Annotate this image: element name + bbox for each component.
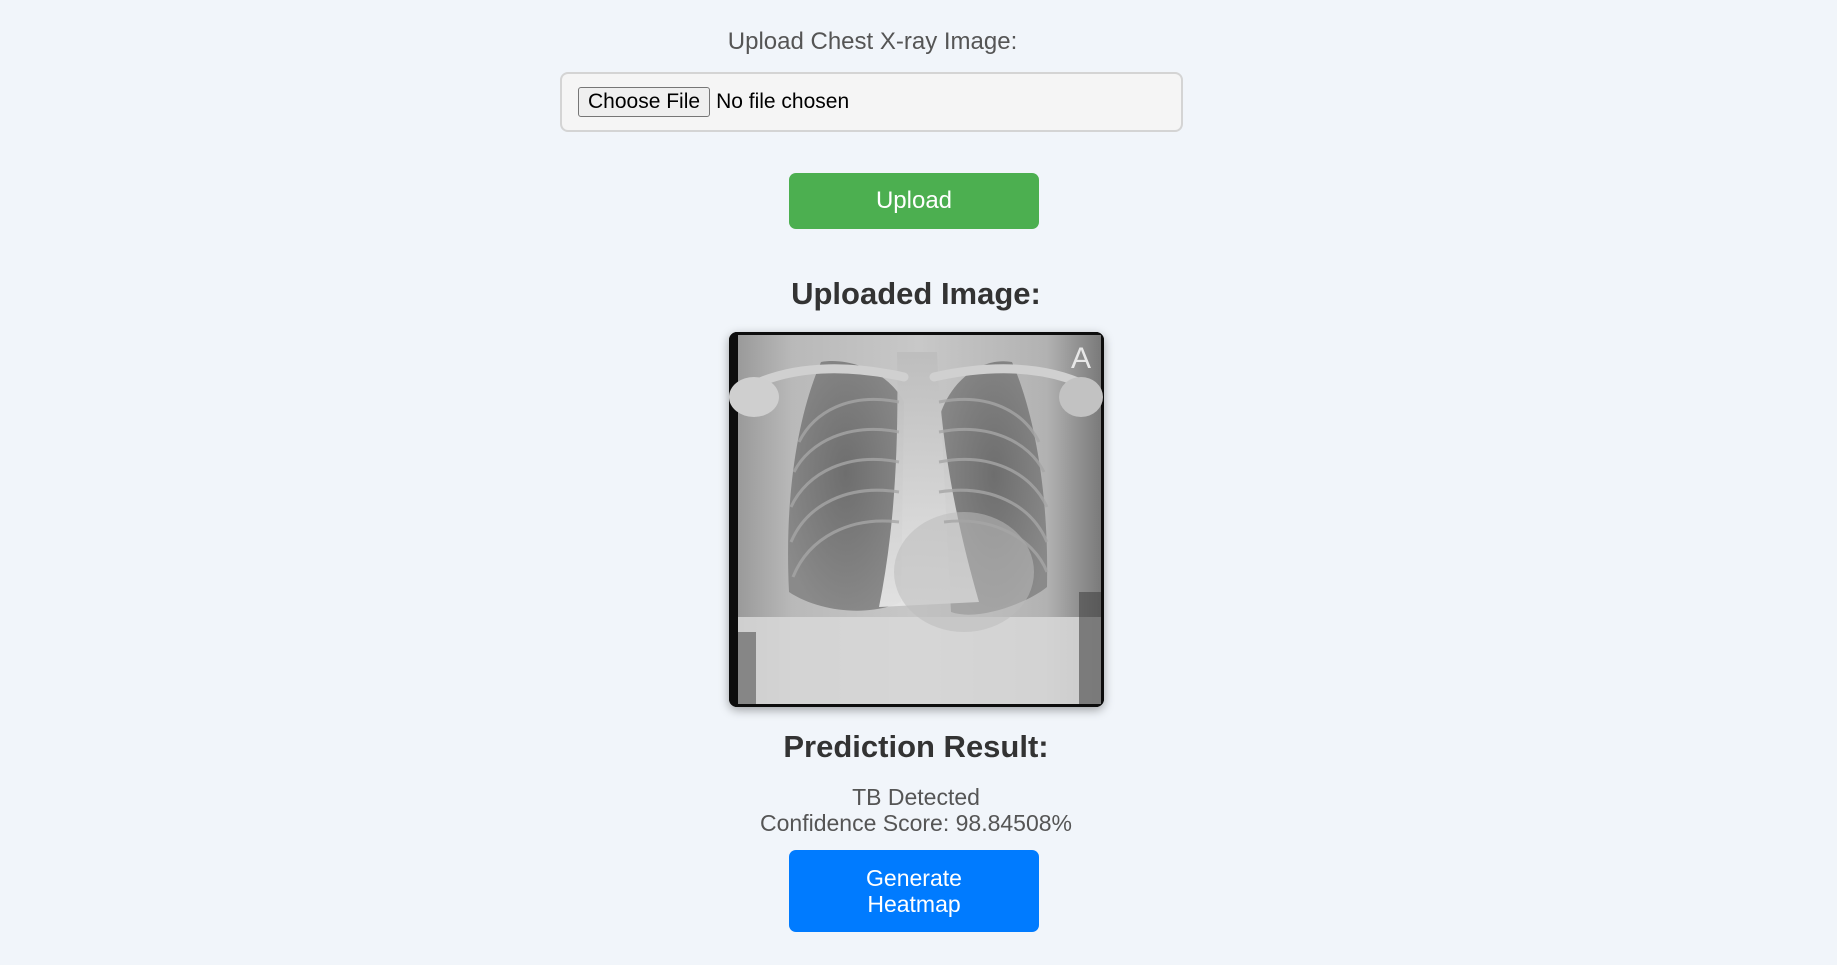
upload-label: Upload Chest X-ray Image: [727,28,1018,55]
prediction-heading: Prediction Result: [783,729,1049,764]
uploaded-xray-image: A [729,332,1104,707]
prediction-label: TB Detected [852,784,980,810]
prediction-result: TB Detected Confidence Score: 98.84508% [0,784,1832,836]
file-input-box[interactable]: Choose File No file chosen [560,72,1183,132]
upload-button[interactable]: Upload [789,173,1039,229]
file-status-text: No file chosen [716,90,850,113]
xray-marker: A [1071,342,1091,375]
confidence-score: Confidence Score: 98.84508% [760,810,1072,836]
uploaded-image-heading: Uploaded Image: [791,276,1041,311]
page: Upload Chest X-ray Image: Choose File No… [0,0,1837,965]
generate-heatmap-button[interactable]: Generate Heatmap [789,850,1039,932]
xray-graphic: A [729,332,1104,707]
choose-file-button[interactable]: Choose File [578,87,711,117]
